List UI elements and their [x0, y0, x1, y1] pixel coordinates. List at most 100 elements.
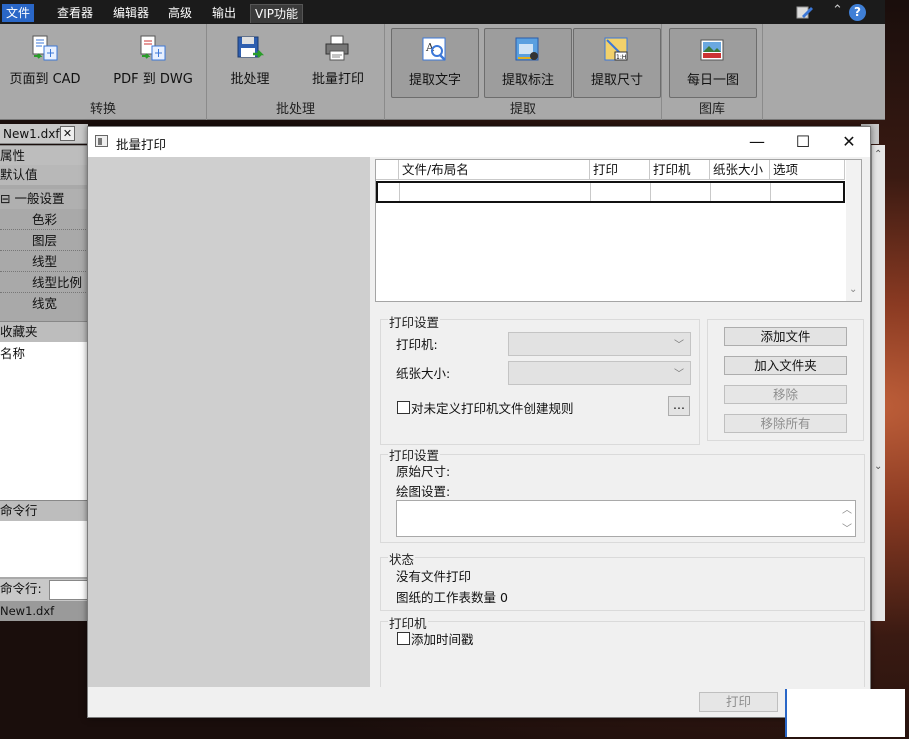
- paper-size-label: 纸张大小:: [396, 366, 451, 381]
- page-to-cad-button[interactable]: 页面到 CAD: [2, 28, 88, 96]
- property-layer[interactable]: 图层: [0, 231, 88, 251]
- menu-advanced[interactable]: 高级: [164, 4, 196, 22]
- menu-bar: 文件 查看器 编辑器 高级 输出 VIP功能 ⌃ ?: [0, 0, 885, 24]
- document-tab-label: New1.dxf: [3, 127, 60, 141]
- pdf-to-dwg-label: PDF 到 DWG: [113, 72, 193, 87]
- textarea-scroll-down-icon[interactable]: ﹀: [842, 520, 852, 535]
- remove-button[interactable]: 移除: [724, 385, 847, 404]
- ribbon-group-gallery: 每日一图 图库: [662, 24, 763, 120]
- general-settings-section[interactable]: ⊟ 一般设置: [0, 189, 88, 209]
- table-header-file[interactable]: 文件/布局名: [399, 160, 590, 180]
- help-icon[interactable]: ?: [849, 4, 866, 21]
- table-header-paper[interactable]: 纸张大小: [710, 160, 770, 180]
- default-value[interactable]: 默认值: [0, 165, 88, 185]
- ribbon-group-convert-label: 转换: [89, 102, 116, 117]
- left-panel: 属性 默认值 ⊟ 一般设置 色彩 图层 线型 线型比例 线宽 收藏夹 名称 命令…: [0, 145, 88, 621]
- batch-process-button[interactable]: 批处理: [207, 28, 293, 96]
- extract-text-icon: A: [422, 37, 446, 61]
- command-prompt-label: 命令行:: [0, 581, 42, 596]
- batch-print-label: 批量打印: [311, 72, 364, 87]
- table-header-printer[interactable]: 打印机: [650, 160, 710, 180]
- table-scroll-down-icon[interactable]: ⌄: [849, 284, 857, 295]
- ribbon-group-convert: 页面到 CAD PDF 到 DWG 转换: [0, 24, 207, 120]
- extract-annotation-label: 提取标注: [501, 73, 554, 88]
- menu-output[interactable]: 输出: [208, 4, 240, 22]
- scroll-up-icon[interactable]: ⌃: [874, 149, 882, 160]
- print-button[interactable]: 打印: [699, 692, 778, 712]
- printer-select[interactable]: ﹀: [508, 332, 691, 356]
- dialog-title: 批量打印: [116, 137, 167, 152]
- status-no-files: 没有文件打印: [396, 569, 472, 584]
- print-settings-1-title: 打印设置: [388, 312, 441, 331]
- properties-title: 属性: [0, 145, 88, 167]
- property-lineweight[interactable]: 线宽: [0, 294, 88, 314]
- extract-text-button[interactable]: A 提取文字: [391, 28, 479, 98]
- chevron-down-icon: ﹀: [674, 369, 684, 380]
- status-file-label: New1.dxf: [0, 601, 88, 621]
- table-header-options[interactable]: 选项: [770, 160, 845, 180]
- timestamp-checkbox[interactable]: [397, 632, 410, 645]
- ribbon: 页面到 CAD PDF 到 DWG 转换 批处理 批量打印 批处理 A 提取文字…: [0, 24, 885, 120]
- file-table[interactable]: 文件/布局名 打印 打印机 纸张大小 选项 ⌄: [375, 159, 862, 302]
- command-line-title: 命令行: [0, 500, 88, 522]
- status-sheet-count: 图纸的工作表数量 0: [396, 590, 508, 605]
- maximize-icon[interactable]: ☐: [780, 127, 826, 157]
- table-header-print[interactable]: 打印: [590, 160, 650, 180]
- property-linetype-scale[interactable]: 线型比例: [0, 273, 88, 293]
- ribbon-group-extract-label: 提取: [509, 102, 536, 117]
- dialog-titlebar[interactable]: 批量打印 — ☐ ✕: [88, 127, 870, 157]
- table-scrollbar[interactable]: ⌄: [846, 160, 861, 301]
- preview-pane: [88, 157, 370, 687]
- batch-print-button[interactable]: 批量打印: [295, 28, 381, 96]
- batch-process-label: 批处理: [230, 72, 270, 87]
- batch-print-dialog: 批量打印 — ☐ ✕ 文件/布局名 打印 打印机 纸张大小 选项 ⌄ 打印设置 …: [87, 126, 871, 718]
- daily-image-icon: [700, 39, 724, 61]
- dialog-app-icon: [95, 135, 108, 147]
- rule-checkbox[interactable]: [397, 401, 410, 414]
- plot-settings-label: 绘图设置:: [396, 484, 451, 499]
- menu-file[interactable]: 文件: [2, 4, 35, 22]
- desktop-white-panel: [785, 689, 905, 737]
- extract-dimension-button[interactable]: 1:H 提取尺寸: [573, 28, 661, 98]
- favorites-name-header: 名称: [0, 346, 26, 361]
- textarea-scroll-up-icon[interactable]: ︿: [842, 501, 852, 516]
- command-input[interactable]: [49, 580, 88, 600]
- menu-viewer[interactable]: 查看器: [53, 4, 97, 22]
- favorites-list[interactable]: 名称: [0, 342, 88, 500]
- printer-icon: [325, 35, 349, 61]
- pdf-to-dwg-icon: [140, 35, 166, 61]
- command-history: [0, 521, 88, 577]
- extract-annotation-button[interactable]: 提取标注: [484, 28, 572, 98]
- document-tab[interactable]: New1.dxf ✕: [0, 124, 88, 144]
- add-folder-button[interactable]: 加入文件夹: [724, 356, 847, 375]
- table-row[interactable]: [376, 181, 845, 203]
- edit-pen-icon[interactable]: [796, 4, 814, 20]
- plot-settings-textarea[interactable]: ︿ ﹀: [396, 500, 856, 537]
- menu-vip[interactable]: VIP功能: [250, 4, 303, 23]
- close-tab-icon[interactable]: ✕: [60, 126, 75, 141]
- daily-image-button[interactable]: 每日一图: [669, 28, 757, 98]
- minimize-icon[interactable]: —: [734, 127, 780, 157]
- paper-size-select[interactable]: ﹀: [508, 361, 691, 385]
- svg-text:1:H: 1:H: [616, 54, 626, 61]
- ribbon-group-batch: 批处理 批量打印 批处理: [207, 24, 385, 120]
- extract-dimension-label: 提取尺寸: [590, 73, 643, 88]
- page-to-cad-label: 页面到 CAD: [9, 72, 81, 87]
- app-right-scrollbar[interactable]: ⌃ ⌄: [871, 145, 885, 621]
- page-to-cad-icon: [32, 35, 58, 61]
- pdf-to-dwg-button[interactable]: PDF 到 DWG: [110, 28, 196, 96]
- property-linetype[interactable]: 线型: [0, 252, 88, 272]
- browse-button[interactable]: ...: [668, 396, 690, 416]
- extract-annotation-icon: [515, 37, 539, 61]
- caret-up-icon[interactable]: ⌃: [832, 3, 843, 18]
- remove-all-button[interactable]: 移除所有: [724, 414, 847, 433]
- scroll-down-icon[interactable]: ⌄: [874, 461, 882, 472]
- original-size-label: 原始尺寸:: [396, 464, 451, 479]
- add-file-button[interactable]: 添加文件: [724, 327, 847, 346]
- ribbon-group-gallery-label: 图库: [698, 102, 725, 117]
- close-dialog-icon[interactable]: ✕: [826, 127, 872, 157]
- daily-image-label: 每日一图: [686, 73, 739, 88]
- extract-dimension-icon: 1:H: [604, 37, 628, 61]
- menu-editor[interactable]: 编辑器: [109, 4, 153, 22]
- property-color[interactable]: 色彩: [0, 210, 88, 230]
